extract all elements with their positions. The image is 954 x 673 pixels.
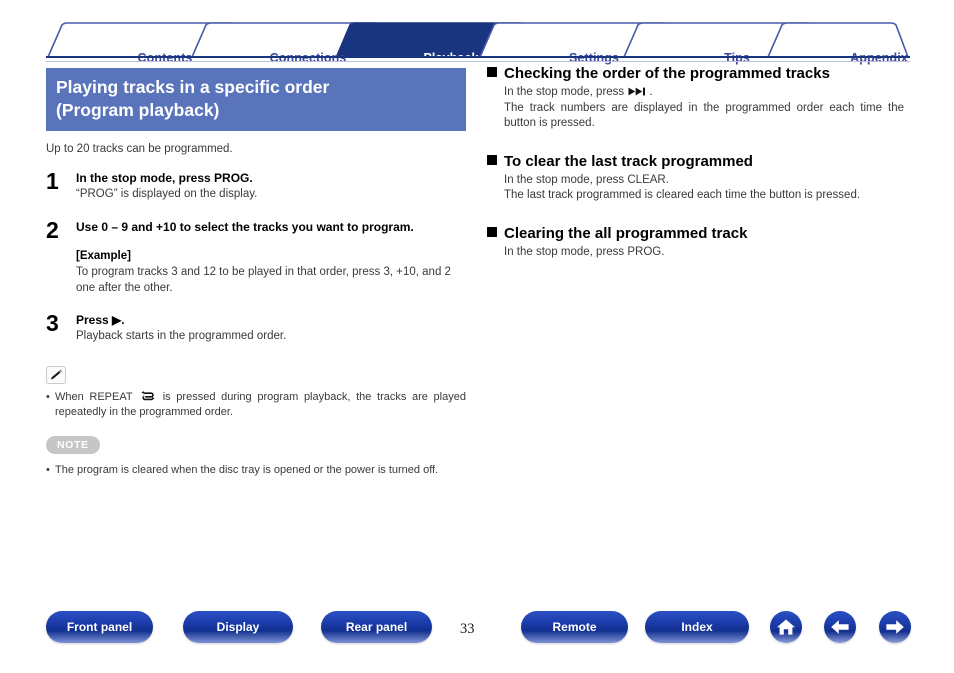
page-number: 33 [460, 621, 475, 637]
back-arrow-icon [831, 620, 849, 634]
home-button[interactable] [770, 611, 802, 643]
step-3: 3 Press ▶. Playback starts in the progra… [46, 312, 466, 344]
step-number: 1 [46, 168, 59, 194]
step-description: “PROG” is displayed on the display. [76, 188, 258, 200]
lead-text: Up to 20 tracks can be programmed. [46, 143, 233, 155]
section-line-1: In the stop mode, press PROG. [504, 245, 665, 258]
step-title: Use 0 – 9 and +10 to select the tracks y… [76, 220, 414, 234]
section-line-1: In the stop mode, press CLEAR. [504, 173, 669, 186]
section-line-1-post: . [649, 86, 653, 98]
bullet-dot: • [46, 464, 50, 476]
step-title: Press ▶. [76, 313, 125, 327]
tab-playback[interactable]: Playback [423, 51, 478, 65]
section-heading-text: Clearing the all programmed track [504, 224, 748, 242]
repeat-icon [141, 391, 155, 401]
top-tab-bar: Contents Connections Playback Settings T… [46, 22, 910, 65]
section-line-2: The track numbers are displayed in the p… [504, 101, 904, 130]
display-button[interactable]: Display [183, 611, 293, 643]
forward-arrow-icon [886, 620, 904, 634]
tab-settings[interactable]: Settings [569, 51, 619, 65]
tab-bar-underline-secondary [46, 61, 910, 62]
section-heading: Clearing the all programmed track [487, 224, 912, 243]
note-bullet-text: The program is cleared when the disc tra… [55, 464, 439, 476]
example-heading: [Example] [76, 250, 131, 262]
page-title: Playing tracks in a specific order (Prog… [46, 68, 466, 131]
tip-bullet-text: When REPEAT is pressed during program pl… [55, 390, 466, 420]
tab-tips[interactable]: Tips [724, 51, 750, 65]
square-bullet-icon [487, 67, 497, 77]
section-line-1: In the stop mode, press . [504, 85, 912, 101]
section-heading-text: Checking the order of the programmed tra… [504, 65, 830, 82]
back-button[interactable] [824, 611, 856, 643]
step-number: 2 [46, 217, 59, 243]
pencil-icon [46, 366, 66, 384]
rear-panel-button[interactable]: Rear panel [321, 611, 432, 643]
example-body: To program tracks 3 and 12 to be played … [76, 266, 451, 294]
section-heading: Checking the order of the programmed tra… [487, 64, 912, 83]
section-heading: To clear the last track programmed [487, 152, 912, 171]
right-section-clear-all-tracks: Clearing the all programmed track In the… [487, 224, 912, 261]
tab-connections[interactable]: Connections [270, 51, 347, 65]
front-panel-button[interactable]: Front panel [46, 611, 153, 643]
right-column: Checking the order of the programmed tra… [487, 64, 912, 280]
step-1: 1 In the stop mode, press PROG. “PROG” i… [46, 170, 466, 202]
step-2: 2 Use 0 – 9 and +10 to select the tracks… [46, 219, 466, 296]
step-number: 3 [46, 310, 59, 336]
pencil-glyph [50, 369, 62, 379]
right-section-clear-last-track: To clear the last track programmed In th… [487, 152, 912, 204]
section-line-1-pre: In the stop mode, press [504, 86, 625, 98]
tip-block: • When REPEAT is pressed during program … [46, 366, 466, 478]
bullet-dot: • [46, 391, 50, 403]
home-icon [777, 619, 795, 635]
square-bullet-icon [487, 226, 497, 237]
note-bullet: • The program is cleared when the disc t… [46, 463, 466, 478]
section-line-2: The last track programmed is cleared eac… [504, 189, 861, 201]
tab-bar-underline [46, 56, 910, 58]
right-section-checking-order: Checking the order of the programmed tra… [487, 64, 912, 132]
forward-button[interactable] [879, 611, 911, 643]
note-badge: NOTE [46, 436, 100, 454]
example-block: [Example] To program tracks 3 and 12 to … [76, 249, 466, 296]
left-column: Playing tracks in a specific order (Prog… [46, 68, 466, 478]
next-track-icon [628, 87, 646, 96]
remote-button[interactable]: Remote [521, 611, 628, 643]
tab-appendix[interactable]: Appendix [850, 51, 908, 65]
square-bullet-icon [487, 154, 497, 165]
footer-nav: Front panel Display Rear panel 33 Remote… [0, 606, 954, 652]
page-title-line1: Playing tracks in a specific order [56, 77, 330, 97]
index-button[interactable]: Index [645, 611, 749, 643]
tab-contents[interactable]: Contents [138, 51, 193, 65]
tip-bullet: • When REPEAT is pressed during program … [46, 390, 466, 420]
page-title-line2: (Program playback) [56, 100, 220, 120]
section-heading-text: To clear the last track programmed [504, 152, 753, 170]
tip-text-part1: When REPEAT [55, 391, 133, 403]
step-description: Playback starts in the programmed order. [76, 330, 287, 342]
step-title: In the stop mode, press PROG. [76, 171, 253, 185]
